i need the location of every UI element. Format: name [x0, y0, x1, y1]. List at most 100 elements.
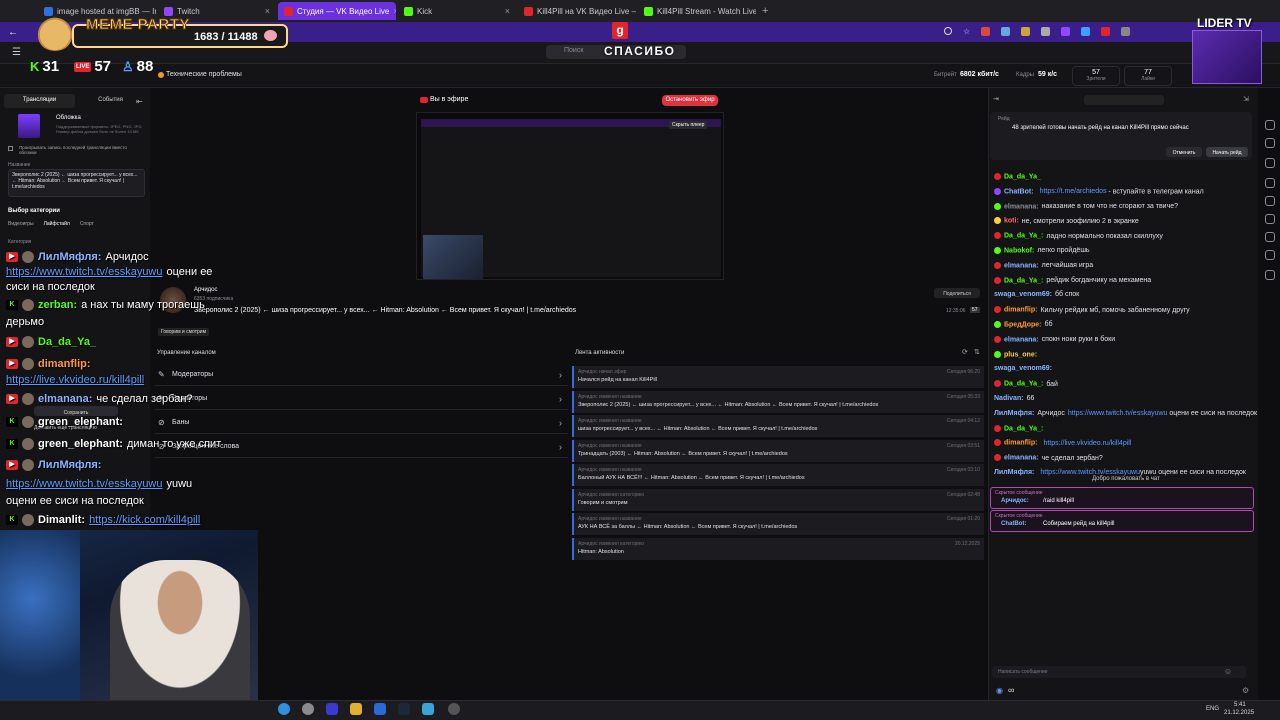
- browser-tab[interactable]: Студия — VK Видео Live ×: [278, 2, 396, 20]
- chat-nick[interactable]: Da_da_Ya_:: [1004, 277, 1043, 284]
- chat-nick[interactable]: dimanflip:: [1004, 307, 1037, 314]
- tab-streams[interactable]: Трансляции: [4, 94, 75, 108]
- extension-icon-3[interactable]: [1021, 27, 1031, 36]
- taskbar-edge-icon[interactable]: [278, 703, 290, 715]
- activity-text: Тринадцать (2003) ← Hitman: Absolution ←…: [578, 450, 788, 457]
- menu-icon[interactable]: ☰: [12, 47, 21, 58]
- chat-nick[interactable]: koti:: [1004, 218, 1019, 225]
- stop-stream-button[interactable]: Остановить эфир: [662, 95, 718, 106]
- overlay-chat-nick: elmanana:: [38, 393, 93, 405]
- browser-tab[interactable]: Kill4Pill Stream - Watch Live on×: [638, 2, 756, 20]
- stream-preview[interactable]: Скрыть плеер: [416, 112, 724, 280]
- activity-settings-icon[interactable]: ⇅: [974, 348, 980, 356]
- overlay-chat-link[interactable]: https://www.twitch.tv/esskayuwu: [6, 266, 163, 278]
- taskbar-app-icon[interactable]: [374, 703, 386, 715]
- category-sport[interactable]: Спорт: [80, 221, 94, 227]
- new-tab-button[interactable]: +: [762, 5, 768, 17]
- management-item[interactable]: ⊘ Баны ›: [154, 412, 568, 434]
- sidebar-icon-7[interactable]: [1265, 232, 1275, 242]
- chat-nick[interactable]: БредДоре:: [1004, 321, 1042, 328]
- management-item[interactable]: ✎ Модераторы ›: [154, 364, 568, 386]
- replay-checkbox[interactable]: [8, 146, 13, 151]
- hidden-message-nick[interactable]: Арчидос:: [1001, 498, 1029, 504]
- sidebar-icon-6[interactable]: [1265, 214, 1275, 224]
- chat-link[interactable]: https://live.vkvideo.ru/kill4pill: [1043, 440, 1131, 447]
- tab-close-icon[interactable]: ×: [505, 6, 510, 16]
- chat-nick[interactable]: Nadivan:: [994, 395, 1024, 402]
- chat-nick[interactable]: elmanana:: [1004, 455, 1039, 462]
- taskbar-telegram-icon[interactable]: [422, 703, 434, 715]
- sidebar-icon-9[interactable]: [1265, 270, 1275, 280]
- taskbar-settings-icon[interactable]: [448, 703, 460, 715]
- raid-start-button[interactable]: Начать рейд: [1206, 147, 1248, 157]
- collapse-panel-icon[interactable]: ⇤: [136, 97, 143, 106]
- chat-nick[interactable]: plus_one:: [1004, 351, 1037, 358]
- sidebar-icon-3[interactable]: [1265, 158, 1275, 168]
- hidden-message-nick[interactable]: ChatBot:: [1001, 521, 1026, 527]
- sidebar-icon-1[interactable]: [1265, 120, 1275, 130]
- back-icon[interactable]: ←: [8, 27, 18, 38]
- sidebar-icon-8[interactable]: [1265, 250, 1275, 260]
- chat-nick[interactable]: swaga_venom69:: [994, 365, 1052, 372]
- hide-player-button[interactable]: Скрыть плеер: [669, 121, 708, 129]
- chat-points-icon[interactable]: ◉: [996, 686, 1003, 695]
- emoji-icon[interactable]: ☺: [1224, 667, 1232, 676]
- chat-nick[interactable]: Da_da_Ya_:: [1004, 425, 1043, 432]
- chat-nick[interactable]: Nabokof:: [1004, 247, 1034, 254]
- extension-icon-5[interactable]: [1061, 27, 1071, 36]
- management-item[interactable]: ✎ Редакторы ›: [154, 388, 568, 410]
- overlay-chat-link[interactable]: https://live.vkvideo.ru/kill4pill: [6, 374, 144, 386]
- chat-nick[interactable]: dimanflip:: [1004, 440, 1037, 447]
- chat-nick[interactable]: elmanana:: [1004, 336, 1039, 343]
- chat-popout-icon[interactable]: ⇲: [1243, 95, 1249, 103]
- overlay-chat-link[interactable]: https://kick.com/kill4pill: [89, 514, 200, 526]
- category-games[interactable]: Видеоигры: [8, 221, 34, 227]
- save-button[interactable]: Сохранить: [34, 406, 118, 416]
- taskbar-obs-icon[interactable]: [326, 703, 338, 715]
- raid-cancel-button[interactable]: Отменить: [1166, 147, 1202, 157]
- chat-nick[interactable]: Da_da_Ya_:: [1004, 381, 1043, 388]
- taskbar-language[interactable]: ENG: [1206, 706, 1219, 712]
- browser-tab[interactable]: Kick ×: [398, 2, 516, 20]
- chat-link[interactable]: https://www.twitch.tv/esskayuwu: [1068, 410, 1168, 417]
- overlay-chat-link[interactable]: https://www.twitch.tv/esskayuwu: [6, 478, 163, 490]
- chat-nick[interactable]: elmanana:: [1004, 262, 1039, 269]
- taskbar-chrome-icon[interactable]: [302, 703, 314, 715]
- tab-favicon-icon: [524, 6, 533, 16]
- chat-nick[interactable]: ЛилМяфля:: [994, 410, 1034, 417]
- extension-icon-8[interactable]: [1121, 27, 1131, 36]
- sidebar-icon-4[interactable]: [1265, 178, 1275, 188]
- chat-nick[interactable]: elmanana:: [1004, 203, 1039, 210]
- cover-thumbnail[interactable]: [18, 114, 40, 138]
- sidebar-icon-2[interactable]: [1265, 138, 1275, 148]
- browser-tab[interactable]: Kill4Pill на VK Видео Live — смо×: [518, 2, 636, 20]
- tab-close-icon[interactable]: ×: [393, 6, 396, 16]
- extension-icon-2[interactable]: [1001, 27, 1011, 36]
- extension-icon-4[interactable]: [1041, 27, 1051, 36]
- category-tag[interactable]: Говорим и смотрим: [158, 328, 210, 336]
- extension-icon-7[interactable]: [1101, 27, 1111, 36]
- title-field[interactable]: Зверополис 2 (2025) ← шиза прогрессирует…: [8, 169, 145, 197]
- search-icon[interactable]: [944, 27, 952, 35]
- chat-settings-icon[interactable]: ⚙: [1242, 686, 1249, 695]
- chat-link[interactable]: https://www.twitch.tv/esskayuwu: [1040, 469, 1140, 476]
- chat-expand-icon[interactable]: ⇥: [993, 95, 999, 103]
- share-button[interactable]: Поделиться: [934, 288, 980, 298]
- chat-nick[interactable]: ЛилМяфля:: [994, 469, 1034, 476]
- chat-nick[interactable]: Da_da_Ya_:: [1004, 233, 1043, 240]
- chat-nick[interactable]: ChatBot:: [1004, 188, 1034, 195]
- extension-icon-1[interactable]: [981, 27, 991, 36]
- chat-nick[interactable]: swaga_venom69:: [994, 291, 1052, 298]
- bookmark-star-icon[interactable]: ☆: [963, 27, 970, 36]
- category-lifestyle[interactable]: Лайфстайл: [44, 221, 70, 227]
- activity-refresh-icon[interactable]: ⟳: [962, 348, 968, 356]
- chat-nick[interactable]: Da_da_Ya_: [1004, 173, 1041, 180]
- taskbar-explorer-icon[interactable]: [350, 703, 362, 715]
- tech-issues-label[interactable]: Технические проблемы: [166, 71, 242, 78]
- chat-input[interactable]: Написать сообщение ☺: [992, 666, 1246, 678]
- extension-icon-6[interactable]: [1081, 27, 1091, 36]
- streamer-name[interactable]: Арчидос: [194, 287, 218, 293]
- taskbar-steam-icon[interactable]: [398, 703, 410, 715]
- chat-link[interactable]: https://t.me/archiedos: [1040, 188, 1107, 195]
- sidebar-icon-5[interactable]: [1265, 196, 1275, 206]
